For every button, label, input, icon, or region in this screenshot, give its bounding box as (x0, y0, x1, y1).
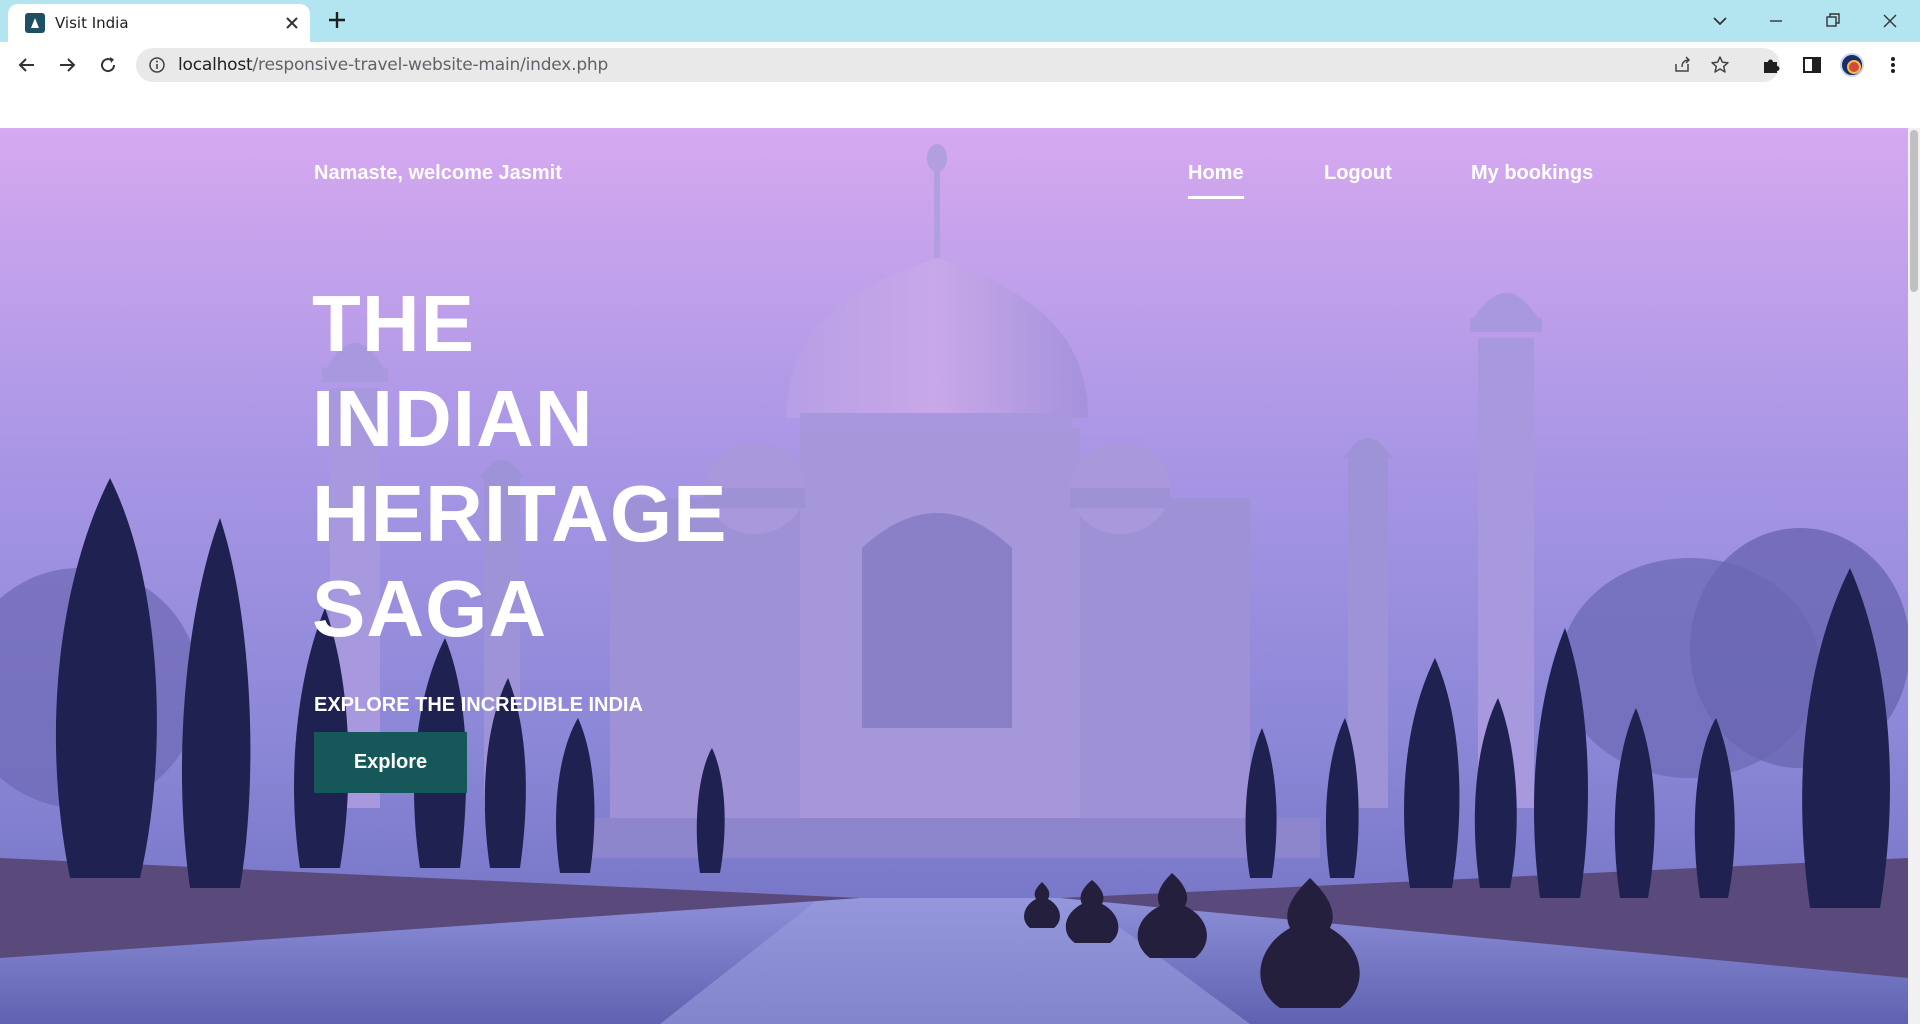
browser-toolbar: localhost/responsive-travel-website-main… (0, 42, 1920, 88)
new-tab-icon[interactable] (326, 9, 348, 31)
hero-title-line: INDIAN (312, 374, 594, 463)
tab-title: Visit India (55, 14, 129, 32)
nav-link-logout[interactable]: Logout (1324, 162, 1392, 185)
hero-title-line: SAGA (312, 564, 548, 653)
tab-strip: Visit India (0, 0, 1920, 42)
url-path: /responsive-travel-website-main/index.ph… (252, 55, 609, 75)
menu-kebab-icon[interactable] (1882, 54, 1904, 76)
url-host: localhost (178, 55, 253, 75)
site-favicon-icon (25, 13, 45, 33)
share-icon[interactable] (1672, 55, 1692, 75)
side-panel-icon[interactable] (1801, 54, 1823, 76)
url-text: localhost/responsive-travel-website-main… (178, 55, 608, 75)
browser-tab[interactable]: Visit India (8, 4, 310, 42)
site-info-icon[interactable] (148, 56, 166, 74)
welcome-message: Namaste, welcome Jasmit (314, 162, 562, 184)
minimize-icon[interactable] (1762, 7, 1790, 35)
extensions-puzzle-icon[interactable] (1760, 54, 1782, 76)
scrollbar-thumb[interactable] (1910, 130, 1918, 292)
tab-search-chevron-icon[interactable] (1706, 7, 1734, 35)
restore-icon[interactable] (1819, 7, 1847, 35)
bookmark-star-icon[interactable] (1710, 55, 1730, 75)
nav-link-home[interactable]: Home (1188, 162, 1244, 185)
close-window-icon[interactable] (1876, 7, 1904, 35)
hero-title: THE INDIAN HERITAGE SAGA (312, 276, 727, 656)
forward-arrow-icon[interactable] (53, 51, 81, 79)
page-viewport: Namaste, welcome Jasmit Home Logout My b… (0, 88, 1920, 1024)
back-arrow-icon[interactable] (13, 51, 41, 79)
taj-mahal-background (0, 128, 1908, 1024)
page-scrollbar[interactable] (1908, 128, 1920, 1024)
profile-avatar[interactable] (1840, 53, 1864, 77)
hero-title-line: THE (312, 279, 475, 368)
address-bar[interactable]: localhost/responsive-travel-website-main… (136, 48, 1780, 82)
reload-icon[interactable] (94, 51, 122, 79)
close-tab-icon[interactable] (282, 13, 302, 33)
active-nav-indicator (1188, 196, 1244, 199)
hero-title-line: HERITAGE (312, 469, 728, 558)
hero-section: Namaste, welcome Jasmit Home Logout My b… (0, 128, 1908, 1024)
explore-button[interactable]: Explore (314, 732, 467, 793)
nav-link-my-bookings[interactable]: My bookings (1471, 162, 1593, 185)
hero-subtitle: EXPLORE THE INCREDIBLE INDIA (314, 694, 643, 716)
